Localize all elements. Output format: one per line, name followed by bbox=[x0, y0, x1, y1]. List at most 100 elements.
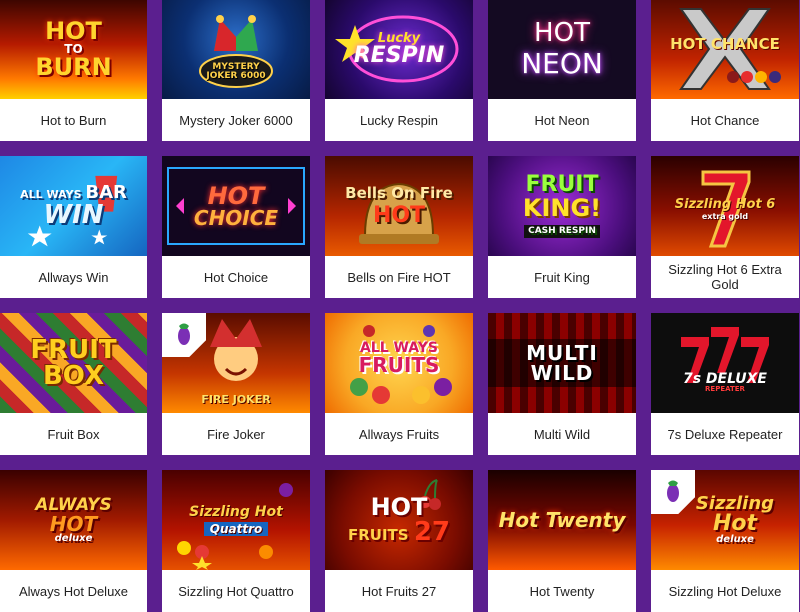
game-logo: Hot Twenty bbox=[498, 508, 626, 532]
game-card-sizzling-hot-deluxe[interactable]: Sizzling Hot deluxe Sizzling Hot Deluxe bbox=[651, 470, 799, 612]
game-card-sizzling-hot-6[interactable]: Sizzling Hot 6 extra gold Sizzling Hot 6… bbox=[651, 156, 799, 298]
game-title[interactable]: Hot Neon bbox=[488, 99, 636, 141]
logo-line: WIN bbox=[43, 200, 104, 230]
game-title[interactable]: Hot Fruits 27 bbox=[325, 570, 473, 612]
game-card-hot-to-burn[interactable]: HOT TO BURN Hot to Burn bbox=[0, 0, 147, 141]
game-thumbnail[interactable]: HOT CHANCE bbox=[651, 0, 799, 99]
game-title[interactable]: Bells on Fire HOT bbox=[325, 256, 473, 298]
game-card-fruit-king[interactable]: FRUIT KING! CASH RESPIN Fruit King bbox=[488, 156, 636, 298]
logo-line: Bells On Fire bbox=[345, 183, 453, 202]
game-title[interactable]: Fire Joker bbox=[162, 413, 310, 455]
logo-line: extra gold bbox=[701, 211, 749, 221]
logo-line: 7s DELUXE bbox=[682, 370, 767, 387]
game-thumbnail[interactable]: ALWAYS HOT deluxe bbox=[0, 470, 147, 570]
game-title[interactable]: Allways Fruits bbox=[325, 413, 473, 455]
game-card-hot-fruits-27[interactable]: HOT FRUITS 27 Hot Fruits 27 bbox=[325, 470, 473, 612]
joker-hat-icon bbox=[199, 15, 273, 88]
logo-line: FRUIT bbox=[525, 172, 599, 197]
game-card-mystery-joker[interactable]: MYSTERY JOKER 6000 Mystery Joker 6000 bbox=[162, 0, 310, 141]
game-card-hot-twenty[interactable]: Hot Twenty Hot Twenty bbox=[488, 470, 636, 612]
eggplant-icon bbox=[178, 323, 190, 345]
logo-line: HOT bbox=[49, 511, 98, 536]
game-card-hot-choice[interactable]: HOT CHOICE Hot Choice bbox=[162, 156, 310, 298]
game-title[interactable]: Hot Chance bbox=[651, 99, 799, 141]
game-logo: FIRE JOKER bbox=[201, 392, 271, 406]
game-title[interactable]: Sizzling Hot 6 Extra Gold bbox=[651, 256, 799, 298]
logo-line: CHOICE bbox=[193, 206, 279, 230]
game-card-hot-chance[interactable]: HOT CHANCE Hot Chance bbox=[651, 0, 799, 141]
game-title[interactable]: Fruit King bbox=[488, 256, 636, 298]
game-card-lucky-respin[interactable]: Lucky RESPIN Lucky Respin bbox=[325, 0, 473, 141]
logo-word: 27 bbox=[413, 517, 450, 547]
logo-line: BOX bbox=[42, 361, 105, 391]
game-title[interactable]: Always Hot Deluxe bbox=[0, 570, 147, 612]
game-card-multi-wild[interactable]: MULTI WILD Multi Wild bbox=[488, 313, 636, 455]
game-title[interactable]: Fruit Box bbox=[0, 413, 147, 455]
game-card-allways-win[interactable]: ALL WAYS BAR WIN Allways Win bbox=[0, 156, 147, 298]
game-card-hot-neon[interactable]: HOT NEON Hot Neon bbox=[488, 0, 636, 141]
game-title[interactable]: Lucky Respin bbox=[325, 99, 473, 141]
logo-line: BURN bbox=[35, 53, 112, 81]
game-thumbnail[interactable]: FRUIT KING! CASH RESPIN bbox=[488, 156, 636, 256]
seven-symbol-icon bbox=[681, 327, 769, 383]
logo-word: ALL bbox=[20, 188, 43, 201]
game-card-fruit-box[interactable]: FRUIT BOX Fruit Box bbox=[0, 313, 147, 455]
logo-line: FRUITS bbox=[358, 353, 440, 377]
game-title[interactable]: Multi Wild bbox=[488, 413, 636, 455]
new-badge bbox=[651, 470, 695, 514]
game-logo: MYSTERY JOKER 6000 bbox=[206, 62, 266, 81]
game-title[interactable]: Allways Win bbox=[0, 256, 147, 298]
game-thumbnail[interactable]: 7s DELUXE REPEATER bbox=[651, 313, 799, 413]
logo-line: FRUIT bbox=[30, 335, 117, 365]
game-card-always-hot-deluxe[interactable]: ALWAYS HOT deluxe Always Hot Deluxe bbox=[0, 470, 147, 612]
game-thumbnail[interactable]: HOT CHOICE bbox=[162, 156, 310, 256]
game-title[interactable]: Mystery Joker 6000 bbox=[162, 99, 310, 141]
game-logo: MULTI WILD bbox=[488, 339, 636, 387]
game-card-7s-deluxe[interactable]: 7s DELUXE REPEATER 7s Deluxe Repeater bbox=[651, 313, 799, 455]
game-thumbnail[interactable]: Sizzling Hot 6 extra gold bbox=[651, 156, 799, 256]
game-thumbnail[interactable]: ALL WAYS BAR WIN bbox=[0, 156, 147, 256]
logo-line: HOT bbox=[45, 17, 102, 45]
game-thumbnail[interactable]: Lucky RESPIN bbox=[325, 0, 473, 99]
game-title[interactable]: Hot Choice bbox=[162, 256, 310, 298]
game-title[interactable]: Hot Twenty bbox=[488, 570, 636, 612]
game-thumbnail[interactable]: Sizzling Hot Quattro bbox=[162, 470, 310, 570]
logo-line: Hot bbox=[712, 511, 758, 536]
game-card-allways-fruits[interactable]: ALL WAYS FRUITS Allways Fruits bbox=[325, 313, 473, 455]
new-badge bbox=[162, 313, 206, 357]
logo-line: HOT bbox=[207, 182, 265, 210]
logo-line: FRUITS 27 bbox=[348, 519, 450, 545]
logo-line: Quattro bbox=[203, 521, 269, 536]
game-thumbnail[interactable]: Bells On Fire HOT bbox=[325, 156, 473, 256]
game-title[interactable]: Sizzling Hot Deluxe bbox=[651, 570, 799, 612]
game-title[interactable]: Hot to Burn bbox=[0, 99, 147, 141]
game-logo: HOT CHANCE bbox=[670, 34, 780, 53]
logo-line: REPEATER bbox=[705, 384, 745, 393]
game-thumbnail[interactable]: MULTI WILD bbox=[488, 313, 636, 413]
game-card-bells-on-fire[interactable]: Bells On Fire HOT Bells on Fire HOT bbox=[325, 156, 473, 298]
game-thumbnail[interactable]: HOT TO BURN bbox=[0, 0, 147, 99]
eggplant-icon bbox=[667, 480, 679, 502]
game-thumbnail[interactable]: Sizzling Hot deluxe bbox=[651, 470, 799, 570]
logo-line: RESPIN bbox=[353, 42, 445, 68]
game-card-sizzling-hot-quattro[interactable]: Sizzling Hot Quattro Sizzling Hot Quattr… bbox=[162, 470, 310, 612]
game-thumbnail[interactable]: FIRE JOKER bbox=[162, 313, 310, 413]
logo-line: KING! bbox=[522, 194, 602, 222]
game-thumbnail[interactable]: HOT NEON bbox=[488, 0, 636, 99]
game-grid: HOT TO BURN Hot to Burn MYSTERY JOKER 60… bbox=[0, 0, 800, 612]
game-thumbnail[interactable]: MYSTERY JOKER 6000 bbox=[162, 0, 310, 99]
game-title[interactable]: Sizzling Hot Quattro bbox=[162, 570, 310, 612]
game-thumbnail[interactable]: FRUIT BOX bbox=[0, 313, 147, 413]
logo-line: NEON bbox=[521, 47, 603, 80]
logo-line: deluxe bbox=[54, 532, 93, 544]
game-card-fire-joker[interactable]: FIRE JOKER Fire Joker bbox=[162, 313, 310, 455]
logo-line: Sizzling Hot bbox=[189, 503, 283, 520]
logo-line: Sizzling Hot 6 bbox=[674, 196, 776, 212]
game-thumbnail[interactable]: ALL WAYS FRUITS bbox=[325, 313, 473, 413]
logo-line: HOT bbox=[534, 18, 590, 48]
logo-line: HOT bbox=[372, 202, 426, 228]
game-thumbnail[interactable]: HOT FRUITS 27 bbox=[325, 470, 473, 570]
game-title[interactable]: 7s Deluxe Repeater bbox=[651, 413, 799, 455]
game-thumbnail[interactable]: Hot Twenty bbox=[488, 470, 636, 570]
logo-line: CASH RESPIN bbox=[524, 225, 600, 238]
